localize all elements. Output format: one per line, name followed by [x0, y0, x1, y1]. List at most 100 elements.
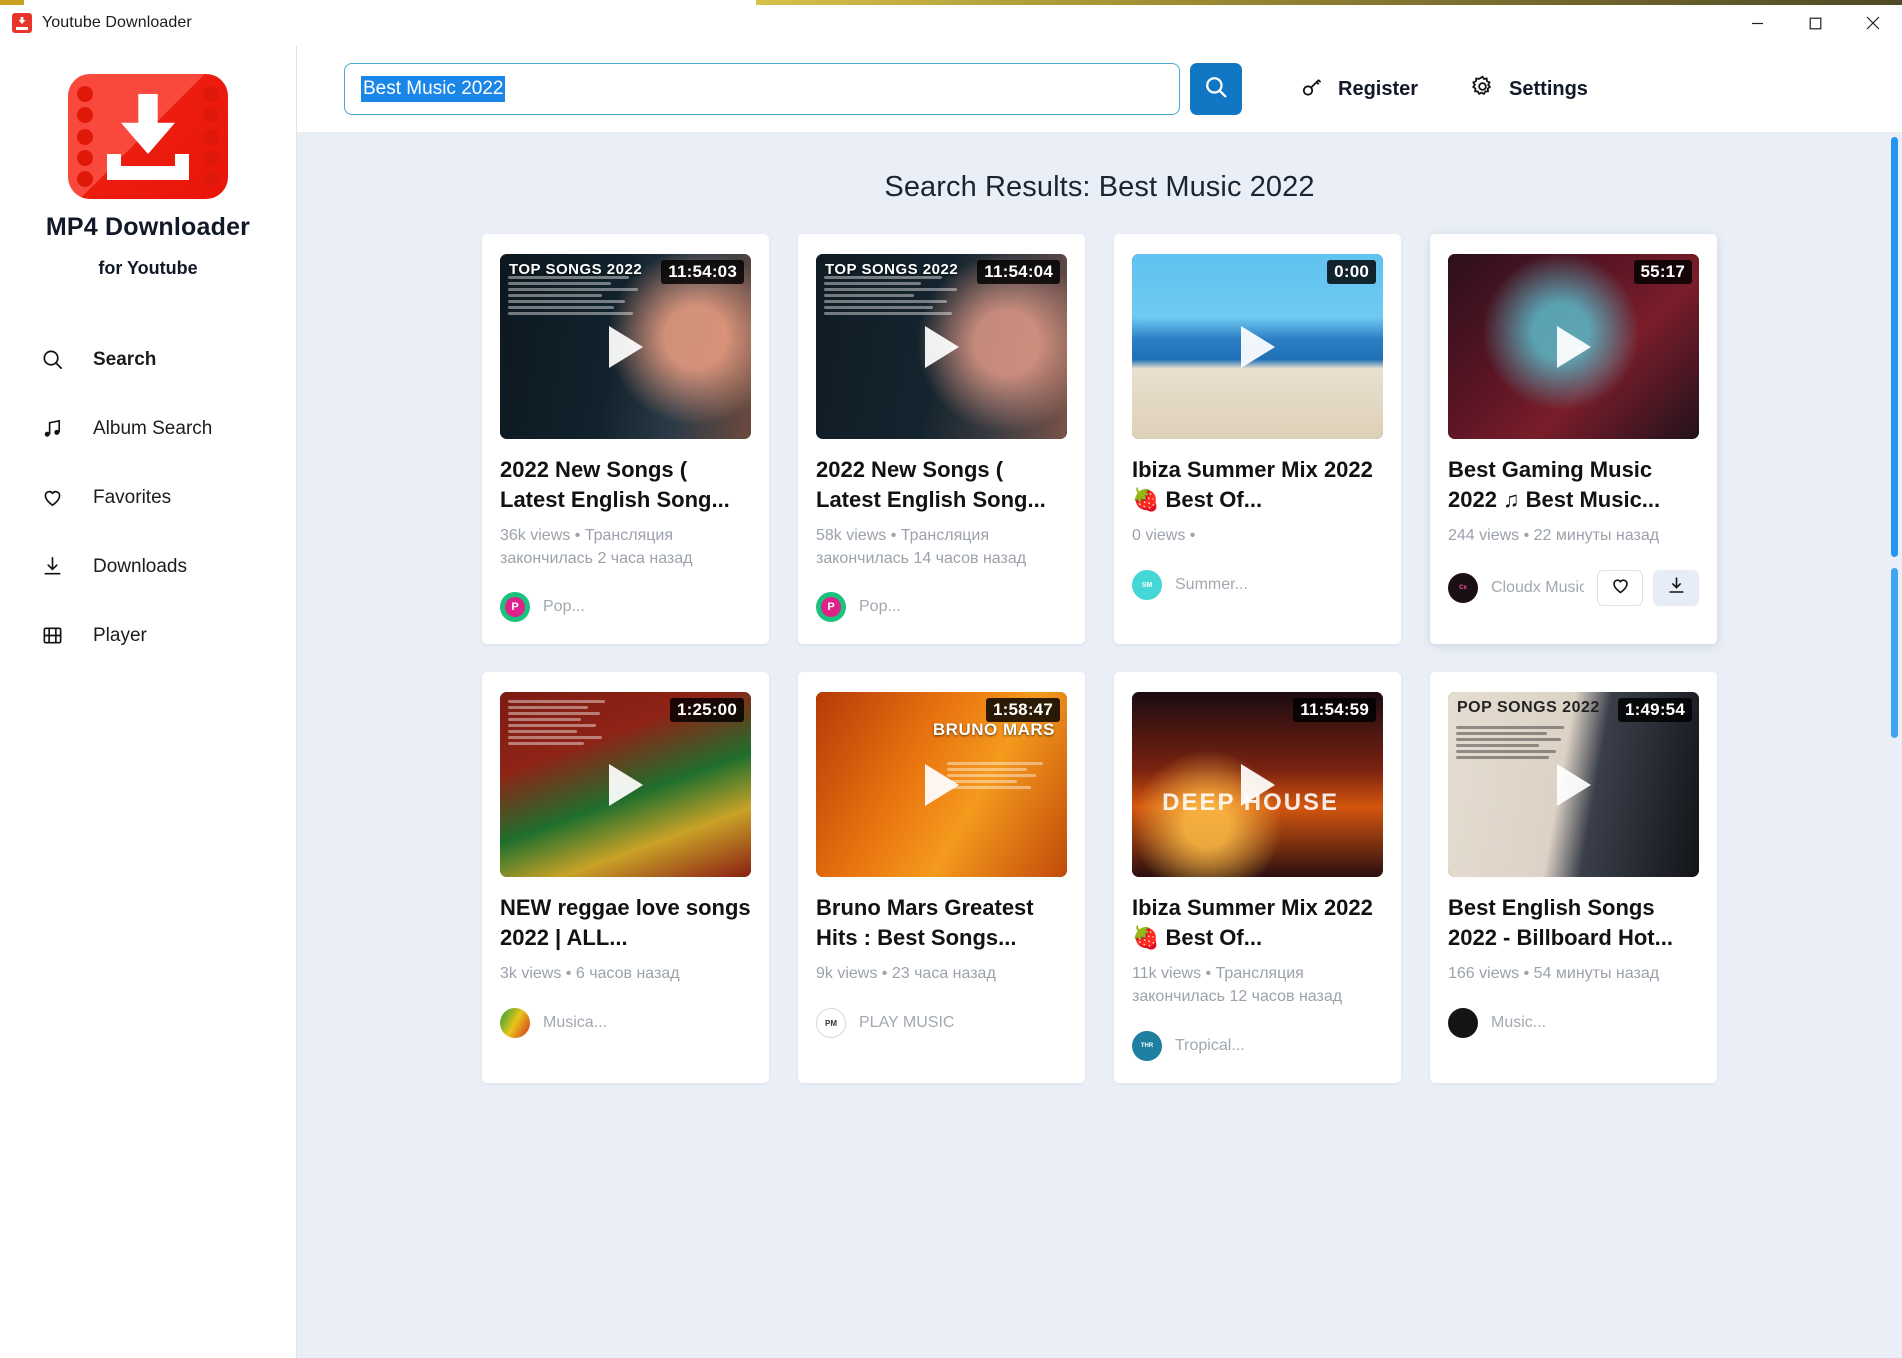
duration-badge: 1:49:54 — [1618, 698, 1692, 723]
thumbnail-art-heading: POP SONGS 2022 — [1457, 699, 1600, 717]
avatar — [1448, 1008, 1478, 1039]
card-footer: SM Summer... — [1132, 570, 1383, 600]
video-thumbnail[interactable]: 55:17 — [1448, 254, 1699, 439]
download-app-icon — [12, 13, 32, 33]
video-card[interactable]: TOP SONGS 2022 11:54:03 2022 New Songs (… — [482, 234, 769, 645]
download-icon — [40, 554, 65, 579]
film-icon — [40, 623, 65, 648]
sidebar-item-album-search[interactable]: Album Search — [0, 394, 296, 463]
video-thumbnail[interactable]: TOP SONGS 2022 11:54:04 — [816, 254, 1067, 439]
sidebar: MP4 Downloader for Youtube Search Album … — [0, 46, 297, 1358]
duration-badge: 11:54:04 — [977, 260, 1060, 284]
video-thumbnail[interactable]: DEEP HOUSE 11:54:59 — [1132, 692, 1383, 878]
video-card[interactable]: POP SONGS 2022 1:49:54 Best English Song… — [1430, 672, 1717, 1083]
scrollbar-thumb[interactable] — [1891, 137, 1898, 557]
video-meta: 0 views • — [1132, 527, 1196, 544]
search-icon — [1203, 74, 1229, 105]
play-icon[interactable] — [1240, 325, 1275, 368]
favorite-button[interactable] — [1597, 570, 1643, 606]
video-card[interactable]: 0:00 Ibiza Summer Mix 2022 🍓 Best Of... … — [1114, 234, 1401, 645]
video-thumbnail[interactable]: TOP SONGS 2022 11:54:03 — [500, 254, 751, 439]
card-footer: Cx Cloudx Music — [1448, 570, 1699, 606]
window-top-edge — [756, 0, 1902, 5]
sidebar-item-downloads[interactable]: Downloads — [0, 532, 296, 601]
video-meta: 36k views • Трансляция закончилась 2 час… — [500, 527, 693, 567]
register-button[interactable]: Register — [1300, 75, 1418, 104]
video-meta: 9k views • 23 часа назад — [816, 965, 996, 983]
close-icon[interactable] — [1844, 0, 1902, 46]
minimize-icon[interactable] — [1728, 0, 1786, 46]
channel-name: Musica... — [543, 1014, 608, 1032]
app-window: Youtube Downloader MP4 Downloader for Yo… — [0, 0, 1902, 1358]
video-card[interactable]: BRUNO MARS 1:58:47 Bruno Mars Greatest H… — [798, 672, 1085, 1083]
content-area: Search Results: Best Music 2022 TOP SONG… — [297, 133, 1902, 1358]
video-thumbnail[interactable]: BRUNO MARS 1:58:47 — [816, 692, 1067, 878]
video-meta: 3k views • 6 часов назад — [500, 965, 680, 983]
duration-badge: 55:17 — [1633, 260, 1692, 284]
sidebar-item-favorites[interactable]: Favorites — [0, 463, 296, 532]
title-bar-left: Youtube Downloader — [0, 13, 192, 33]
avatar: SM — [1132, 570, 1162, 600]
search-icon — [40, 347, 65, 372]
play-icon[interactable] — [608, 763, 643, 806]
sidebar-item-label: Search — [93, 348, 157, 370]
sidebar-item-label: Downloads — [93, 555, 187, 577]
video-thumbnail[interactable]: POP SONGS 2022 1:49:54 — [1448, 692, 1699, 878]
scrollbar-thumb-secondary[interactable] — [1891, 568, 1898, 738]
play-icon[interactable] — [924, 763, 959, 806]
sidebar-item-search[interactable]: Search — [0, 325, 296, 394]
search-input[interactable]: Best Music 2022 — [344, 63, 1180, 115]
mp4-downloader-logo — [68, 74, 228, 199]
duration-badge: 1:25:00 — [670, 698, 744, 723]
video-meta: 244 views • 22 минуты назад — [1448, 527, 1660, 544]
avatar — [500, 1008, 530, 1039]
avatar: THR — [1132, 1030, 1162, 1061]
channel-name: Cloudx Music — [1491, 579, 1584, 596]
key-icon — [1300, 75, 1324, 104]
duration-badge: 11:54:59 — [1293, 698, 1376, 723]
card-footer: P Pop... — [816, 592, 1067, 623]
play-icon[interactable] — [924, 325, 959, 368]
play-icon[interactable] — [1556, 325, 1591, 368]
duration-badge: 11:54:03 — [661, 260, 744, 284]
play-icon[interactable] — [1556, 763, 1591, 806]
video-card[interactable]: 55:17 Best Gaming Music 2022 ♫ Best Musi… — [1430, 234, 1717, 645]
maximize-icon[interactable] — [1786, 0, 1844, 46]
video-thumbnail[interactable]: 0:00 — [1132, 254, 1383, 439]
settings-button[interactable]: Settings — [1470, 74, 1588, 104]
sidebar-item-player[interactable]: Player — [0, 601, 296, 670]
body: MP4 Downloader for Youtube Search Album … — [0, 46, 1902, 1358]
window-title: Youtube Downloader — [42, 14, 192, 31]
gear-icon — [1470, 74, 1495, 104]
video-thumbnail[interactable]: 1:25:00 — [500, 692, 751, 878]
video-card[interactable]: 1:25:00 NEW reggae love songs 2022 | ALL… — [482, 672, 769, 1083]
play-icon[interactable] — [1240, 763, 1275, 806]
main-area: Best Music 2022 Register Settings Search… — [297, 46, 1902, 1358]
avatar: P — [500, 592, 530, 623]
channel-name: Tropical... — [1175, 1036, 1245, 1054]
video-title: NEW reggae love songs 2022 | ALL... — [500, 895, 751, 951]
channel-name: Pop... — [859, 598, 901, 616]
sidebar-item-label: Favorites — [93, 486, 172, 508]
search-submit-button[interactable] — [1190, 63, 1242, 115]
video-card[interactable]: DEEP HOUSE 11:54:59 Ibiza Summer Mix 202… — [1114, 672, 1401, 1083]
card-footer: P Pop... — [500, 592, 751, 623]
download-icon — [1666, 575, 1687, 601]
search-input-value: Best Music 2022 — [361, 76, 506, 102]
page-title: Search Results: Best Music 2022 — [884, 171, 1315, 203]
duration-badge: 1:58:47 — [986, 698, 1060, 723]
video-card[interactable]: TOP SONGS 2022 11:54:04 2022 New Songs (… — [798, 234, 1085, 645]
play-icon[interactable] — [608, 325, 643, 368]
vertical-scrollbar[interactable] — [1889, 133, 1900, 1358]
card-footer: Musica... — [500, 1008, 751, 1039]
card-footer: PM PLAY MUSIC — [816, 1008, 1067, 1039]
avatar: P — [816, 592, 846, 623]
video-title: 2022 New Songs ( Latest English Song... — [500, 457, 730, 512]
avatar-initials: SM — [1141, 581, 1153, 589]
video-meta: 166 views • 54 минуты назад — [1448, 965, 1660, 983]
thumbnail-art-heading: BRUNO MARS — [932, 720, 1055, 740]
music-note-icon — [40, 416, 65, 441]
channel-name: Pop... — [543, 598, 585, 616]
download-button[interactable] — [1653, 570, 1699, 606]
sidebar-nav: Search Album Search Favorites Downloads … — [0, 325, 296, 670]
